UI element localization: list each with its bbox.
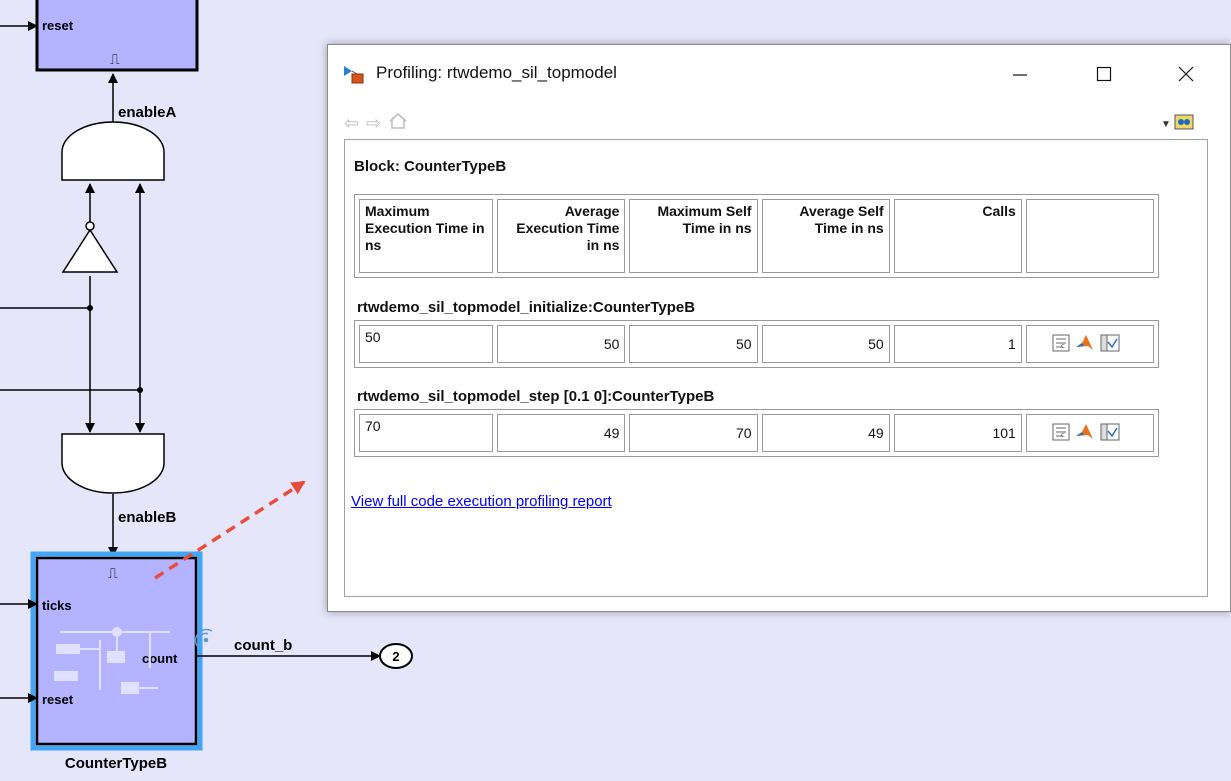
enable-b-signal-label: enableB — [118, 509, 177, 526]
col-actions-header — [1025, 199, 1154, 273]
code-trace-icon[interactable]: c — [1052, 423, 1070, 444]
table-row: 70 49 70 49 101 c — [354, 409, 1159, 457]
svg-text:c: c — [1061, 431, 1065, 439]
outport-number: 2 — [392, 649, 399, 664]
minimize-button[interactable] — [998, 53, 1042, 95]
profiling-window[interactable]: Profiling: rtwdemo_sil_topmodel ⇦ ⇨ ▼ Bl… — [327, 44, 1231, 612]
col-avg-self-header: Average Self Time in ns — [761, 199, 890, 273]
col-avg-exec-header: Average Execution Time in ns — [497, 199, 626, 273]
calls-cell: 101 — [893, 414, 1022, 452]
dropdown-triangle-icon[interactable]: ▼ — [1161, 119, 1171, 130]
close-icon — [1178, 66, 1194, 82]
maximize-button[interactable] — [1082, 53, 1126, 95]
avg-exec-cell: 49 — [497, 414, 626, 452]
column-header-table: Maximum Execution Time in ns Average Exe… — [354, 194, 1159, 278]
counter-type-b-block[interactable]: ⎍ ticks count reset CounterTypeB — [30, 551, 203, 772]
callout-arrow — [154, 480, 306, 580]
full-report-link[interactable]: View full code execution profiling repor… — [351, 493, 612, 510]
top-reset-port-label: reset — [42, 18, 74, 33]
ticks-port-label: ticks — [42, 598, 72, 613]
and-gate-b[interactable] — [61, 433, 165, 494]
minimize-icon — [1013, 74, 1027, 76]
counter-b-reset-port-label: reset — [42, 692, 74, 707]
matlab-icon[interactable] — [1075, 423, 1095, 444]
home-icon[interactable] — [388, 112, 408, 135]
actions-cell: c — [1025, 414, 1154, 452]
back-arrow-icon[interactable]: ⇦ — [344, 113, 359, 134]
function-title: rtwdemo_sil_topmodel_step [0.1 0]:Counte… — [357, 388, 715, 405]
and-gate-a[interactable] — [61, 121, 165, 181]
max-exec-cell: 70 — [359, 414, 494, 452]
simulink-app-icon — [342, 62, 366, 91]
trigger-port-icon: ⎍ — [110, 52, 120, 68]
code-trace-icon[interactable]: c — [1052, 334, 1070, 355]
col-max-self-header: Maximum Self Time in ns — [629, 199, 758, 273]
actions-cell: c — [1025, 325, 1154, 363]
plot-icon[interactable] — [1100, 423, 1120, 444]
find-icon[interactable] — [1174, 113, 1194, 136]
max-self-cell: 70 — [629, 414, 758, 452]
col-max-exec-header: Maximum Execution Time in ns — [359, 199, 494, 273]
window-titlebar[interactable]: Profiling: rtwdemo_sil_topmodel — [328, 45, 1230, 103]
plot-icon[interactable] — [1100, 334, 1120, 355]
calls-cell: 1 — [893, 325, 1022, 363]
max-exec-cell: 50 — [359, 325, 494, 363]
forward-arrow-icon[interactable]: ⇨ — [366, 113, 381, 134]
col-calls-header: Calls — [893, 199, 1022, 273]
not-gate[interactable] — [61, 221, 119, 273]
outport-2[interactable]: 2 — [379, 643, 413, 669]
max-self-cell: 50 — [629, 325, 758, 363]
matlab-icon[interactable] — [1075, 334, 1095, 355]
function-title: rtwdemo_sil_topmodel_initialize:CounterT… — [357, 299, 696, 316]
avg-self-cell: 49 — [761, 414, 890, 452]
window-title: Profiling: rtwdemo_sil_topmodel — [376, 63, 617, 82]
top-subsystem-block[interactable]: reset ⎍ — [35, 0, 199, 72]
report-content: Block: CounterTypeB Maximum Execution Ti… — [344, 139, 1208, 597]
counter-b-block-name: CounterTypeB — [65, 755, 167, 772]
avg-exec-cell: 50 — [497, 325, 626, 363]
count-b-signal-label: count_b — [234, 637, 292, 654]
browser-toolbar: ⇦ ⇨ ▼ — [328, 107, 1230, 137]
maximize-icon — [1096, 66, 1112, 82]
counter-b-trigger-icon: ⎍ — [108, 566, 118, 582]
table-row: 50 50 50 50 1 c — [354, 320, 1159, 368]
enable-a-signal-label: enableA — [118, 104, 177, 121]
block-title: Block: CounterTypeB — [354, 158, 507, 175]
close-button[interactable] — [1164, 53, 1208, 95]
avg-self-cell: 50 — [761, 325, 890, 363]
svg-text:c: c — [1061, 342, 1065, 350]
count-port-label: count — [142, 651, 178, 666]
